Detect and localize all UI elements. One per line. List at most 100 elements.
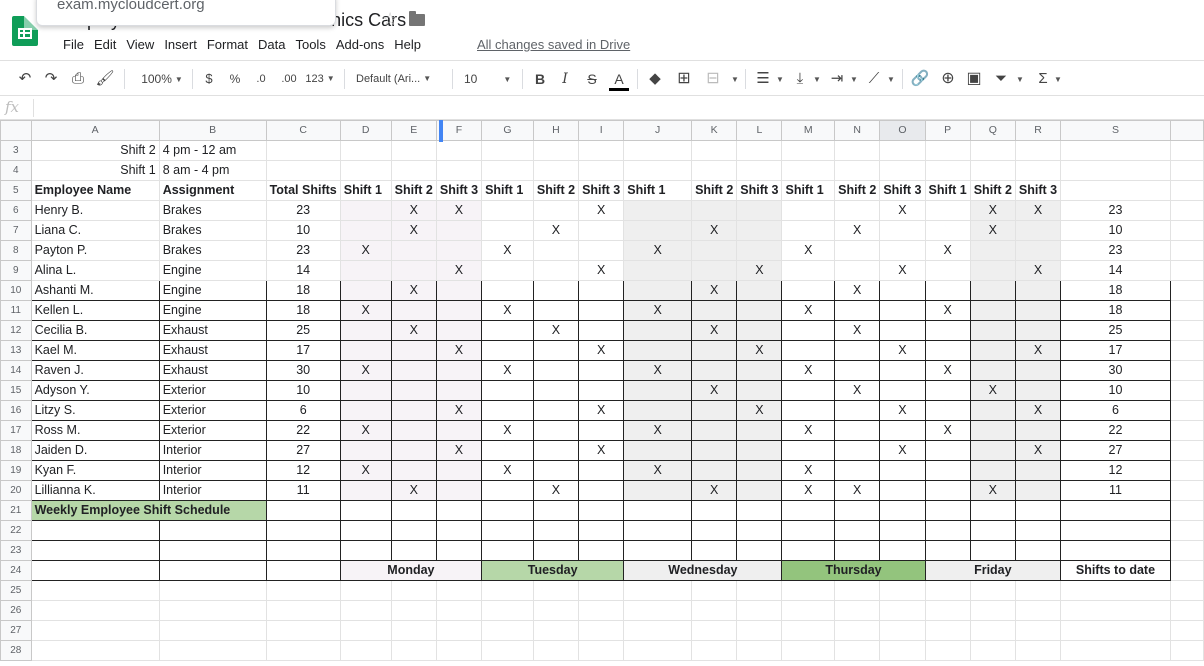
grid-cell[interactable] [265, 620, 341, 641]
shift-header[interactable]: Shift 2 [390, 180, 437, 201]
grid-cell[interactable] [265, 640, 341, 661]
row-header-12[interactable]: 12 [0, 320, 32, 341]
shift-empty-cell[interactable] [623, 400, 693, 421]
assignment-cell[interactable]: Interior [158, 480, 267, 501]
grid-cell[interactable] [834, 140, 881, 161]
day-label-thursday[interactable]: Thursday [781, 560, 926, 581]
chevron-down-icon[interactable]: ▼ [810, 69, 821, 89]
grid-cell[interactable] [736, 520, 783, 541]
shift-mark-cell[interactable]: X [691, 480, 738, 501]
grid-cell[interactable] [691, 640, 738, 661]
grid-cell[interactable] [578, 540, 625, 561]
assignment-cell[interactable]: Brakes [158, 200, 267, 221]
shift-empty-cell[interactable] [532, 440, 580, 461]
grid-cell[interactable] [578, 640, 625, 661]
shift-empty-cell[interactable] [691, 200, 738, 221]
assignment-cell[interactable]: Interior [158, 440, 267, 461]
grid-cell[interactable] [1014, 600, 1062, 621]
row-header-5[interactable]: 5 [0, 180, 32, 201]
grid-cell[interactable] [532, 500, 580, 521]
save-status-link[interactable]: All changes saved in Drive [477, 37, 630, 52]
shift-empty-cell[interactable] [532, 300, 580, 321]
shift-header[interactable]: Shift 2 [969, 180, 1016, 201]
shift-header[interactable]: Shift 3 [879, 180, 926, 201]
grid-cell[interactable] [1014, 140, 1062, 161]
shift-empty-cell[interactable] [1014, 300, 1062, 321]
grid-cell[interactable] [265, 580, 341, 601]
row-header-17[interactable]: 17 [0, 420, 32, 441]
text-wrapping-icon[interactable]: ⇥ [827, 69, 847, 89]
shift-mark-cell[interactable]: X [924, 300, 971, 321]
shift-empty-cell[interactable] [339, 220, 392, 241]
shift-mark-cell[interactable]: X [390, 480, 437, 501]
assignment-cell[interactable]: Engine [158, 300, 267, 321]
shift-empty-cell[interactable] [879, 280, 926, 301]
shift-mark-cell[interactable]: X [691, 280, 738, 301]
shift-empty-cell[interactable] [623, 480, 693, 501]
chevron-down-icon[interactable]: ▼ [1013, 69, 1024, 89]
shift-empty-cell[interactable] [623, 260, 693, 281]
shift-empty-cell[interactable] [532, 240, 580, 261]
shift-empty-cell[interactable] [435, 380, 483, 401]
shift-empty-cell[interactable] [578, 380, 625, 401]
shift-mark-cell[interactable]: X [339, 360, 392, 381]
shift-empty-cell[interactable] [1014, 320, 1062, 341]
shifts-to-date-cell[interactable]: 6 [1060, 400, 1171, 421]
shift-empty-cell[interactable] [339, 320, 392, 341]
grid-cell[interactable] [435, 620, 483, 641]
shift-empty-cell[interactable] [736, 220, 783, 241]
shift-empty-cell[interactable] [879, 240, 926, 261]
grid-cell[interactable] [736, 640, 783, 661]
column-header-d[interactable]: D [339, 120, 392, 141]
menu-data[interactable]: Data [253, 36, 290, 53]
grid-cell[interactable] [1060, 640, 1171, 661]
shift-mark-cell[interactable]: X [339, 460, 392, 481]
grid-cell[interactable] [339, 160, 392, 181]
employee-name-cell[interactable]: Jaiden D. [30, 440, 160, 461]
grid-cell[interactable] [390, 580, 437, 601]
chevron-down-icon[interactable]: ▼ [728, 69, 739, 89]
grid-cell[interactable] [265, 140, 341, 161]
shift-empty-cell[interactable] [736, 440, 783, 461]
fill-color-icon[interactable]: ◆ [645, 69, 665, 89]
formula-input[interactable] [40, 98, 1190, 118]
shift-mark-cell[interactable]: X [781, 240, 836, 261]
borders-icon[interactable]: ⊞ [674, 69, 694, 89]
shift-mark-cell[interactable]: X [834, 480, 881, 501]
total-shifts-cell[interactable]: 12 [265, 460, 341, 481]
employee-name-cell[interactable]: Payton P. [30, 240, 160, 261]
shift-empty-cell[interactable] [736, 320, 783, 341]
grid-cell[interactable] [532, 640, 580, 661]
assignment-cell[interactable]: Exterior [158, 380, 267, 401]
grid-cell[interactable] [481, 580, 534, 601]
grid-cell[interactable] [781, 160, 836, 181]
grid-cell[interactable] [834, 640, 881, 661]
link-icon[interactable]: 🔗 [910, 69, 930, 89]
grid-cell[interactable] [781, 580, 836, 601]
grid-cell[interactable] [532, 600, 580, 621]
shift-empty-cell[interactable] [879, 380, 926, 401]
total-shifts-cell[interactable]: 11 [265, 480, 341, 501]
shift-empty-cell[interactable] [623, 280, 693, 301]
shift-empty-cell[interactable] [781, 340, 836, 361]
grid-cell[interactable] [623, 620, 693, 641]
grid-cell[interactable] [1060, 620, 1171, 641]
shift-empty-cell[interactable] [691, 360, 738, 381]
shift-mark-cell[interactable]: X [879, 200, 926, 221]
shift-empty-cell[interactable] [435, 360, 483, 381]
shift-mark-cell[interactable]: X [481, 300, 534, 321]
shift-mark-cell[interactable]: X [969, 380, 1016, 401]
grid-cell[interactable] [1060, 600, 1171, 621]
grid-cell[interactable] [435, 540, 483, 561]
shift-mark-cell[interactable]: X [578, 340, 625, 361]
shift-empty-cell[interactable] [623, 200, 693, 221]
folder-icon[interactable] [409, 11, 425, 26]
shift-empty-cell[interactable] [691, 460, 738, 481]
grid-cell[interactable] [969, 580, 1016, 601]
grid-cell[interactable] [158, 540, 267, 561]
grid-cell[interactable] [1169, 320, 1204, 341]
shift-empty-cell[interactable] [532, 340, 580, 361]
grid-cell[interactable] [578, 160, 625, 181]
total-shifts-cell[interactable]: 14 [265, 260, 341, 281]
shift-empty-cell[interactable] [834, 420, 881, 441]
